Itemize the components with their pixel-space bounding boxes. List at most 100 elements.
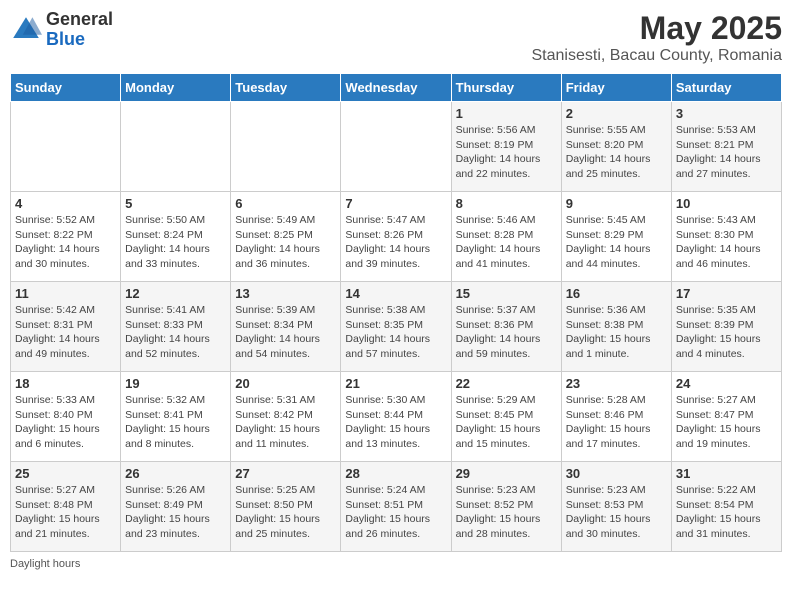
- day-info: Sunrise: 5:50 AMSunset: 8:24 PMDaylight:…: [125, 213, 226, 272]
- calendar-cell: 31 Sunrise: 5:22 AMSunset: 8:54 PMDayligh…: [671, 462, 781, 552]
- title-area: May 2025 Stanisesti, Bacau County, Roman…: [532, 10, 783, 65]
- day-number: 2: [566, 106, 667, 121]
- day-info: Sunrise: 5:42 AMSunset: 8:31 PMDaylight:…: [15, 303, 116, 362]
- day-number: 18: [15, 376, 116, 391]
- calendar-cell: 13Sunrise: 5:39 AMSunset: 8:34 PMDayligh…: [231, 282, 341, 372]
- day-info: Sunrise: 5:29 AMSunset: 8:45 PMDaylight:…: [456, 393, 557, 452]
- day-number: 23: [566, 376, 667, 391]
- day-number: 28: [345, 466, 446, 481]
- day-info: Sunrise: 5:53 AMSunset: 8:21 PMDaylight:…: [676, 123, 777, 182]
- day-number: 11: [15, 286, 116, 301]
- calendar-week-1: 1 Sunrise: 5:56 AMSunset: 8:19 PMDaylight…: [11, 102, 782, 192]
- day-info: Sunrise: 5:45 AMSunset: 8:29 PMDaylight:…: [566, 213, 667, 272]
- calendar-cell: 26 Sunrise: 5:26 AMSunset: 8:49 PMDayligh…: [121, 462, 231, 552]
- calendar-cell: 15Sunrise: 5:37 AMSunset: 8:36 PMDayligh…: [451, 282, 561, 372]
- calendar-cell: 22 Sunrise: 5:29 AMSunset: 8:45 PMDayligh…: [451, 372, 561, 462]
- day-header-sunday: Sunday: [11, 74, 121, 102]
- day-info: Sunrise: 5:43 AMSunset: 8:30 PMDaylight:…: [676, 213, 777, 272]
- day-number: 4: [15, 196, 116, 211]
- calendar-subtitle: Stanisesti, Bacau County, Romania: [532, 47, 783, 65]
- day-info: Sunrise: 5:27 AMSunset: 8:48 PMDaylight:…: [15, 483, 116, 542]
- logo-blue-text: Blue: [46, 30, 113, 50]
- day-number: 7: [345, 196, 446, 211]
- day-number: 29: [456, 466, 557, 481]
- day-number: 22: [456, 376, 557, 391]
- day-number: 6: [235, 196, 336, 211]
- calendar-cell: 25 Sunrise: 5:27 AMSunset: 8:48 PMDayligh…: [11, 462, 121, 552]
- calendar-cell: 10Sunrise: 5:43 AMSunset: 8:30 PMDayligh…: [671, 192, 781, 282]
- calendar-week-3: 11 Sunrise: 5:42 AMSunset: 8:31 PMDayligh…: [11, 282, 782, 372]
- day-info: Sunrise: 5:33 AMSunset: 8:40 PMDaylight:…: [15, 393, 116, 452]
- day-info: Sunrise: 5:56 AMSunset: 8:19 PMDaylight:…: [456, 123, 557, 182]
- calendar-cell: 29 Sunrise: 5:23 AMSunset: 8:52 PMDayligh…: [451, 462, 561, 552]
- logo-icon: [10, 14, 42, 46]
- day-info: Sunrise: 5:35 AMSunset: 8:39 PMDaylight:…: [676, 303, 777, 362]
- day-number: 25: [15, 466, 116, 481]
- calendar-cell: 19 Sunrise: 5:32 AMSunset: 8:41 PMDayligh…: [121, 372, 231, 462]
- calendar-cell: 23 Sunrise: 5:28 AMSunset: 8:46 PMDayligh…: [561, 372, 671, 462]
- day-info: Sunrise: 5:28 AMSunset: 8:46 PMDaylight:…: [566, 393, 667, 452]
- day-info: Sunrise: 5:27 AMSunset: 8:47 PMDaylight:…: [676, 393, 777, 452]
- day-info: Sunrise: 5:47 AMSunset: 8:26 PMDaylight:…: [345, 213, 446, 272]
- calendar-cell: [11, 102, 121, 192]
- day-info: Sunrise: 5:22 AMSunset: 8:54 PMDaylight:…: [676, 483, 777, 542]
- page-header: General Blue May 2025 Stanisesti, Bacau …: [10, 10, 782, 65]
- day-info: Sunrise: 5:31 AMSunset: 8:42 PMDaylight:…: [235, 393, 336, 452]
- day-info: Sunrise: 5:55 AMSunset: 8:20 PMDaylight:…: [566, 123, 667, 182]
- logo: General Blue: [10, 10, 113, 50]
- calendar-cell: 2 Sunrise: 5:55 AMSunset: 8:20 PMDaylight…: [561, 102, 671, 192]
- calendar-cell: 17 Sunrise: 5:35 AMSunset: 8:39 PMDayligh…: [671, 282, 781, 372]
- day-number: 9: [566, 196, 667, 211]
- day-info: Sunrise: 5:38 AMSunset: 8:35 PMDaylight:…: [345, 303, 446, 362]
- calendar-cell: 11 Sunrise: 5:42 AMSunset: 8:31 PMDayligh…: [11, 282, 121, 372]
- calendar-cell: 8 Sunrise: 5:46 AMSunset: 8:28 PMDaylight…: [451, 192, 561, 282]
- day-number: 1: [456, 106, 557, 121]
- day-header-saturday: Saturday: [671, 74, 781, 102]
- calendar-cell: 16Sunrise: 5:36 AMSunset: 8:38 PMDayligh…: [561, 282, 671, 372]
- calendar-cell: 5Sunrise: 5:50 AMSunset: 8:24 PMDaylight…: [121, 192, 231, 282]
- day-number: 15: [456, 286, 557, 301]
- day-number: 17: [676, 286, 777, 301]
- day-number: 24: [676, 376, 777, 391]
- day-info: Sunrise: 5:23 AMSunset: 8:52 PMDaylight:…: [456, 483, 557, 542]
- day-header-friday: Friday: [561, 74, 671, 102]
- calendar-cell: 9 Sunrise: 5:45 AMSunset: 8:29 PMDaylight…: [561, 192, 671, 282]
- day-number: 30: [566, 466, 667, 481]
- day-number: 27: [235, 466, 336, 481]
- calendar-cell: 12Sunrise: 5:41 AMSunset: 8:33 PMDayligh…: [121, 282, 231, 372]
- footer-note: Daylight hours: [10, 558, 782, 570]
- calendar-cell: 1 Sunrise: 5:56 AMSunset: 8:19 PMDaylight…: [451, 102, 561, 192]
- day-header-row: SundayMondayTuesdayWednesdayThursdayFrid…: [11, 74, 782, 102]
- calendar-cell: [341, 102, 451, 192]
- calendar-cell: 28Sunrise: 5:24 AMSunset: 8:51 PMDayligh…: [341, 462, 451, 552]
- day-header-tuesday: Tuesday: [231, 74, 341, 102]
- day-number: 26: [125, 466, 226, 481]
- day-number: 16: [566, 286, 667, 301]
- calendar-cell: 20Sunrise: 5:31 AMSunset: 8:42 PMDayligh…: [231, 372, 341, 462]
- day-number: 13: [235, 286, 336, 301]
- calendar-cell: [121, 102, 231, 192]
- day-info: Sunrise: 5:25 AMSunset: 8:50 PMDaylight:…: [235, 483, 336, 542]
- calendar-title: May 2025: [532, 10, 783, 47]
- calendar-cell: 7 Sunrise: 5:47 AMSunset: 8:26 PMDaylight…: [341, 192, 451, 282]
- day-info: Sunrise: 5:26 AMSunset: 8:49 PMDaylight:…: [125, 483, 226, 542]
- day-number: 12: [125, 286, 226, 301]
- calendar-cell: 4Sunrise: 5:52 AMSunset: 8:22 PMDaylight…: [11, 192, 121, 282]
- calendar-cell: 6Sunrise: 5:49 AMSunset: 8:25 PMDaylight…: [231, 192, 341, 282]
- day-info: Sunrise: 5:30 AMSunset: 8:44 PMDaylight:…: [345, 393, 446, 452]
- calendar-cell: 18 Sunrise: 5:33 AMSunset: 8:40 PMDayligh…: [11, 372, 121, 462]
- calendar-header: SundayMondayTuesdayWednesdayThursdayFrid…: [11, 74, 782, 102]
- day-number: 31: [676, 466, 777, 481]
- day-number: 8: [456, 196, 557, 211]
- calendar-cell: 14Sunrise: 5:38 AMSunset: 8:35 PMDayligh…: [341, 282, 451, 372]
- day-number: 19: [125, 376, 226, 391]
- calendar-cell: [231, 102, 341, 192]
- calendar-week-4: 18 Sunrise: 5:33 AMSunset: 8:40 PMDayligh…: [11, 372, 782, 462]
- calendar-table: SundayMondayTuesdayWednesdayThursdayFrid…: [10, 73, 782, 552]
- logo-general-text: General: [46, 10, 113, 30]
- calendar-week-5: 25 Sunrise: 5:27 AMSunset: 8:48 PMDayligh…: [11, 462, 782, 552]
- day-header-monday: Monday: [121, 74, 231, 102]
- calendar-cell: 30Sunrise: 5:23 AMSunset: 8:53 PMDayligh…: [561, 462, 671, 552]
- day-info: Sunrise: 5:46 AMSunset: 8:28 PMDaylight:…: [456, 213, 557, 272]
- day-info: Sunrise: 5:32 AMSunset: 8:41 PMDaylight:…: [125, 393, 226, 452]
